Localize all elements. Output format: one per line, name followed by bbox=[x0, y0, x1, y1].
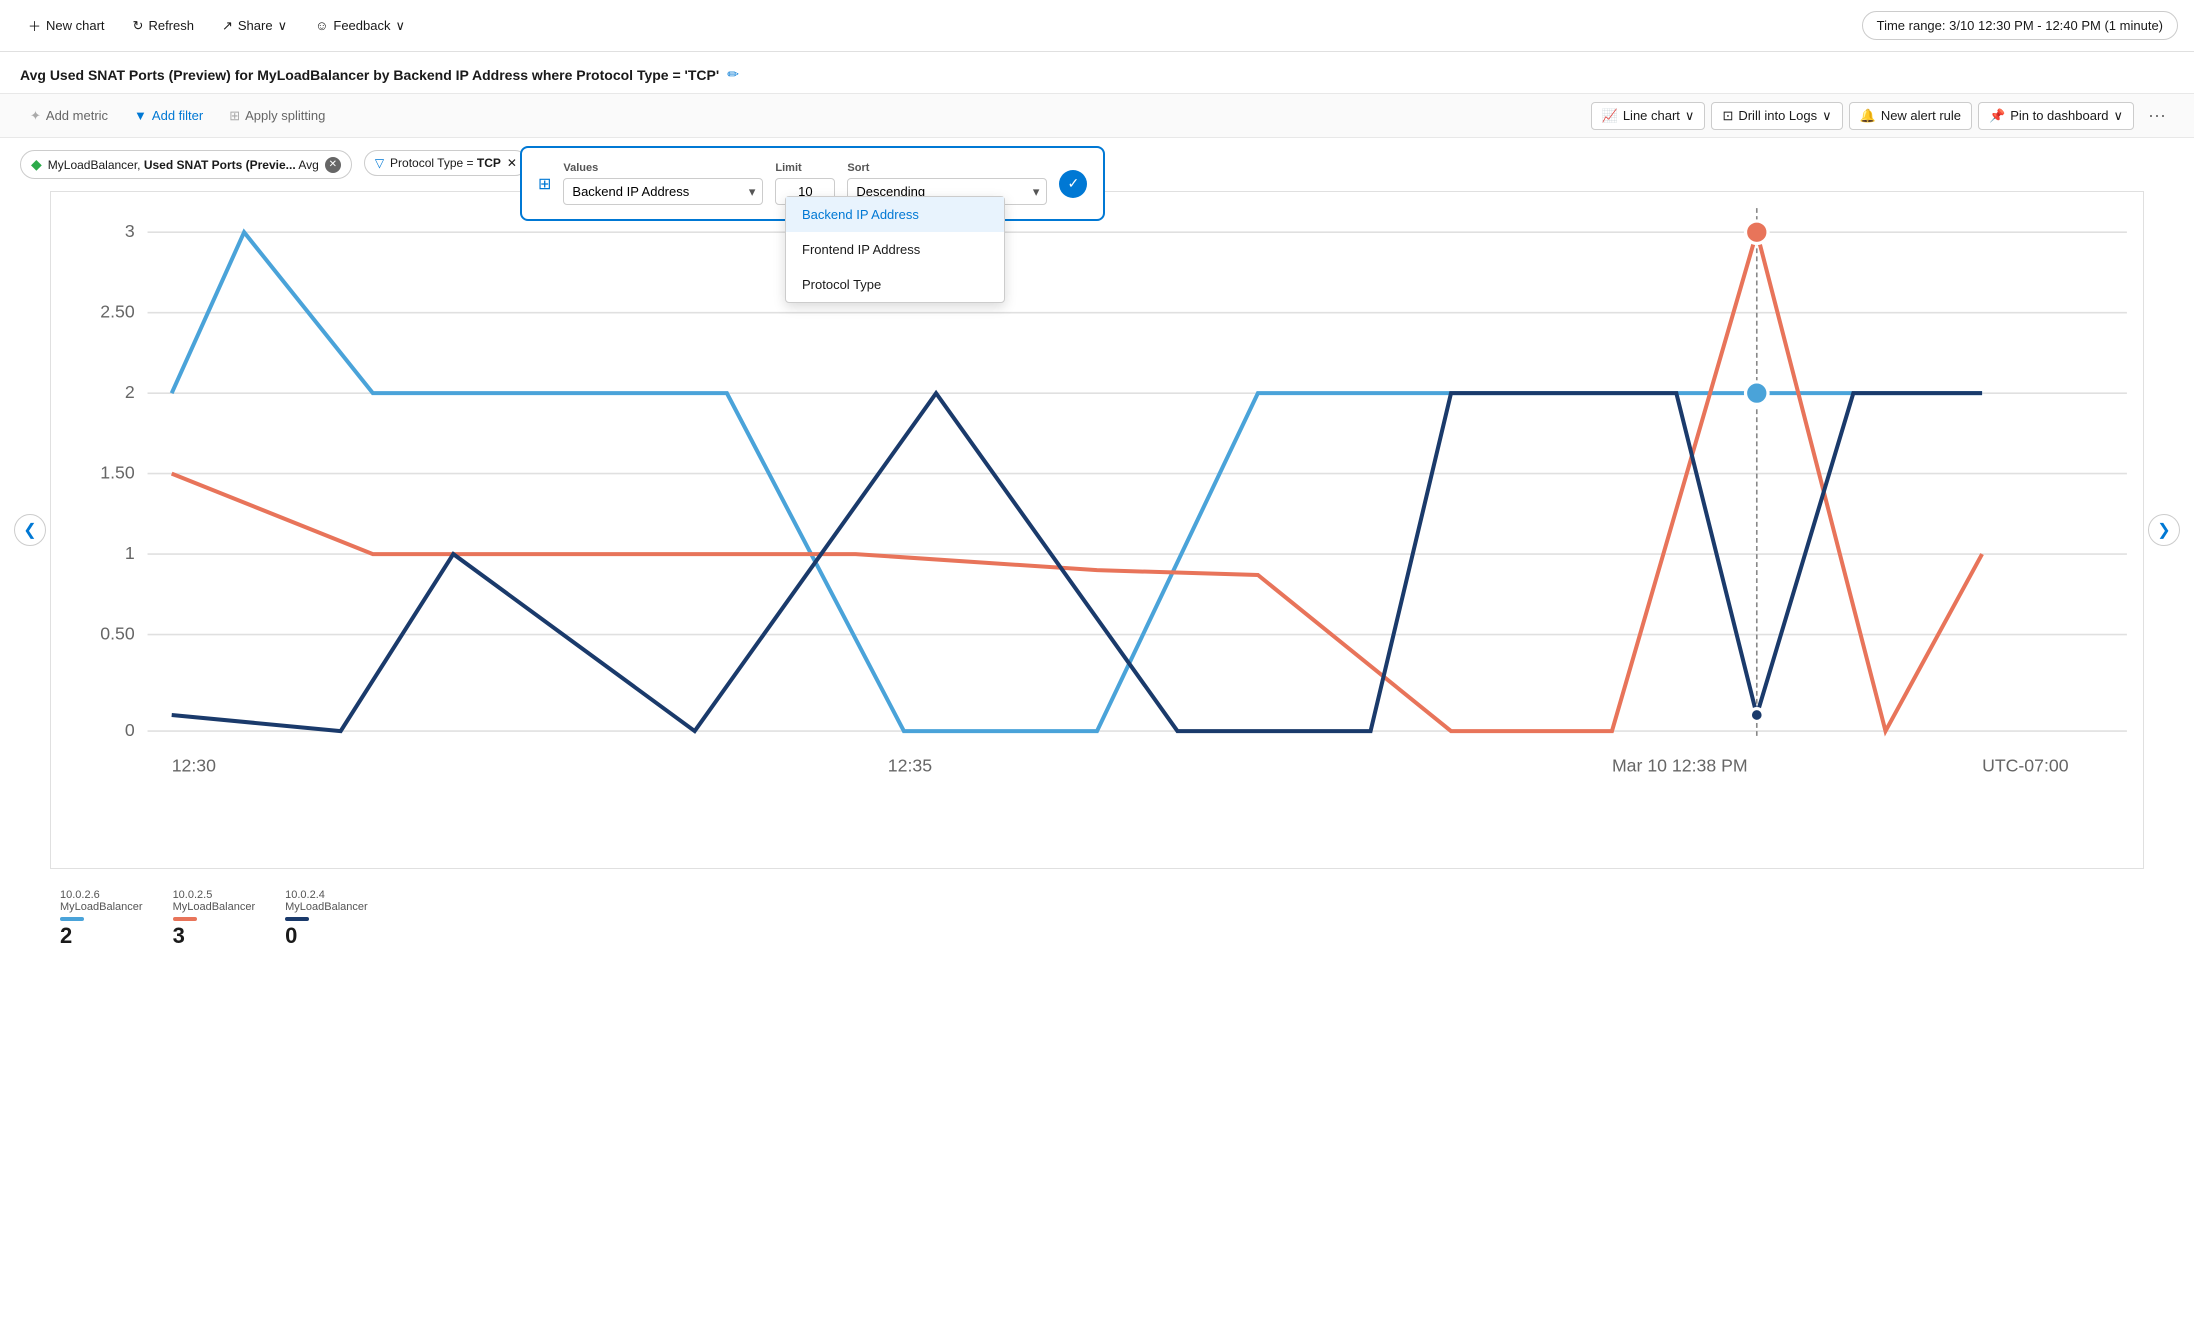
add-metric-icon: ✦ bbox=[30, 108, 41, 124]
legend-value-2: 3 bbox=[173, 923, 256, 949]
dropdown-item-backend[interactable]: Backend IP Address bbox=[786, 197, 1004, 232]
time-range-button[interactable]: Time range: 3/10 12:30 PM - 12:40 PM (1 … bbox=[1862, 11, 2178, 40]
svg-text:Mar 10 12:38 PM: Mar 10 12:38 PM bbox=[1612, 755, 1748, 775]
svg-text:12:35: 12:35 bbox=[888, 755, 932, 775]
add-filter-icon: ▼ bbox=[134, 108, 147, 123]
feedback-chevron-icon: ∨ bbox=[395, 18, 405, 34]
svg-text:3: 3 bbox=[125, 221, 135, 241]
limit-label: Limit bbox=[775, 162, 835, 174]
line-chart-icon: 📈 bbox=[1602, 108, 1618, 124]
apply-splitting-button[interactable]: ⊞ Apply splitting bbox=[219, 103, 335, 129]
values-label: Values bbox=[563, 162, 763, 174]
svg-text:0.50: 0.50 bbox=[100, 623, 135, 643]
drill-into-logs-button[interactable]: ⊡ Drill into Logs ∨ bbox=[1711, 102, 1842, 130]
line-chart-button[interactable]: 📈 Line chart ∨ bbox=[1591, 102, 1706, 130]
feedback-button[interactable]: ☺ Feedback ∨ bbox=[303, 12, 417, 40]
edit-icon[interactable]: ✏ bbox=[727, 66, 739, 83]
svg-text:1.50: 1.50 bbox=[100, 462, 135, 482]
chart-toolbar-right: 📈 Line chart ∨ ⊡ Drill into Logs ∨ 🔔 New… bbox=[1591, 100, 2174, 131]
split-values-group: Values Backend IP Address Frontend IP Ad… bbox=[563, 162, 763, 205]
chart-wrapper: ❮ ❯ 3 2.50 2 1.50 1 0.50 0 12:30 12:35 M… bbox=[30, 191, 2164, 869]
metric-chip-close[interactable]: ✕ bbox=[325, 157, 341, 173]
chart-nav-right[interactable]: ❯ bbox=[2148, 514, 2180, 546]
legend-color-bar-2 bbox=[173, 917, 197, 921]
chart-nav-left[interactable]: ❮ bbox=[14, 514, 46, 546]
svg-text:2: 2 bbox=[125, 382, 135, 402]
pin-to-dashboard-button[interactable]: 📌 Pin to dashboard ∨ bbox=[1978, 102, 2134, 130]
sort-label: Sort bbox=[847, 162, 1047, 174]
filter-bar: ◆ MyLoadBalancer, Used SNAT Ports (Previ… bbox=[0, 138, 2194, 191]
values-select[interactable]: Backend IP Address Frontend IP Address P… bbox=[563, 178, 763, 205]
new-alert-rule-button[interactable]: 🔔 New alert rule bbox=[1849, 102, 1972, 130]
values-select-wrap: Backend IP Address Frontend IP Address P… bbox=[563, 178, 763, 205]
chart-toolbar: ✦ Add metric ▼ Add filter ⊞ Apply splitt… bbox=[0, 93, 2194, 138]
plus-icon: ＋ bbox=[28, 16, 41, 35]
share-button[interactable]: ↗ Share ∨ bbox=[210, 12, 299, 40]
legend-color-bar-1 bbox=[60, 917, 84, 921]
values-dropdown-list: Backend IP Address Frontend IP Address P… bbox=[785, 196, 1005, 303]
protocol-chip-close[interactable]: ✕ bbox=[507, 156, 517, 170]
pin-icon: 📌 bbox=[1989, 108, 2005, 124]
alert-icon: 🔔 bbox=[1860, 108, 1876, 124]
chart-svg: 3 2.50 2 1.50 1 0.50 0 12:30 12:35 Mar 1… bbox=[51, 192, 2143, 868]
splitting-icon: ⊞ bbox=[229, 108, 240, 124]
legend-value-1: 2 bbox=[60, 923, 143, 949]
legend-item-3: 10.0.2.4 MyLoadBalancer 0 bbox=[285, 889, 368, 949]
svg-text:2.50: 2.50 bbox=[100, 302, 135, 322]
top-toolbar: ＋ New chart ↻ Refresh ↗ Share ∨ ☺ Feedba… bbox=[0, 0, 2194, 52]
refresh-button[interactable]: ↻ Refresh bbox=[121, 12, 206, 40]
legend-item-1: 10.0.2.6 MyLoadBalancer 2 bbox=[60, 889, 143, 949]
drill-logs-chevron: ∨ bbox=[1822, 108, 1832, 124]
split-icon: ⊞ bbox=[538, 174, 551, 194]
pin-chevron: ∨ bbox=[2114, 108, 2124, 124]
legend-area: 10.0.2.6 MyLoadBalancer 2 10.0.2.5 MyLoa… bbox=[0, 879, 2194, 969]
new-chart-button[interactable]: ＋ New chart bbox=[16, 10, 117, 41]
add-metric-button[interactable]: ✦ Add metric bbox=[20, 103, 118, 129]
add-filter-button[interactable]: ▼ Add filter bbox=[124, 103, 213, 128]
funnel-icon: ▽ bbox=[375, 156, 384, 170]
svg-text:UTC-07:00: UTC-07:00 bbox=[1982, 755, 2069, 775]
svg-text:0: 0 bbox=[125, 720, 135, 740]
dropdown-item-protocol[interactable]: Protocol Type bbox=[786, 267, 1004, 302]
dropdown-item-frontend[interactable]: Frontend IP Address bbox=[786, 232, 1004, 267]
metric-filter-chip: ◆ MyLoadBalancer, Used SNAT Ports (Previ… bbox=[20, 150, 352, 179]
refresh-icon: ↻ bbox=[133, 18, 144, 34]
legend-item-2: 10.0.2.5 MyLoadBalancer 3 bbox=[173, 889, 256, 949]
chart-title: Avg Used SNAT Ports (Preview) for MyLoad… bbox=[20, 67, 719, 83]
legend-value-3: 0 bbox=[285, 923, 368, 949]
diamond-icon: ◆ bbox=[31, 156, 42, 173]
chart-container: 3 2.50 2 1.50 1 0.50 0 12:30 12:35 Mar 1… bbox=[50, 191, 2144, 869]
protocol-filter-chip: ▽ Protocol Type = TCP ✕ bbox=[364, 150, 528, 176]
legend-label-3: 10.0.2.4 MyLoadBalancer bbox=[285, 889, 368, 913]
share-icon: ↗ bbox=[222, 18, 233, 34]
share-chevron-icon: ∨ bbox=[278, 18, 288, 34]
legend-color-bar-3 bbox=[285, 917, 309, 921]
svg-text:1: 1 bbox=[125, 543, 135, 563]
chart-title-area: Avg Used SNAT Ports (Preview) for MyLoad… bbox=[0, 52, 2194, 93]
svg-text:12:30: 12:30 bbox=[172, 755, 216, 775]
legend-label-2: 10.0.2.5 MyLoadBalancer bbox=[173, 889, 256, 913]
drill-logs-icon: ⊡ bbox=[1722, 108, 1733, 124]
more-options-button[interactable]: ··· bbox=[2140, 100, 2174, 131]
legend-label-1: 10.0.2.6 MyLoadBalancer bbox=[60, 889, 143, 913]
split-confirm-button[interactable]: ✓ bbox=[1059, 170, 1087, 198]
feedback-icon: ☺ bbox=[315, 18, 328, 33]
line-chart-chevron: ∨ bbox=[1685, 108, 1695, 124]
